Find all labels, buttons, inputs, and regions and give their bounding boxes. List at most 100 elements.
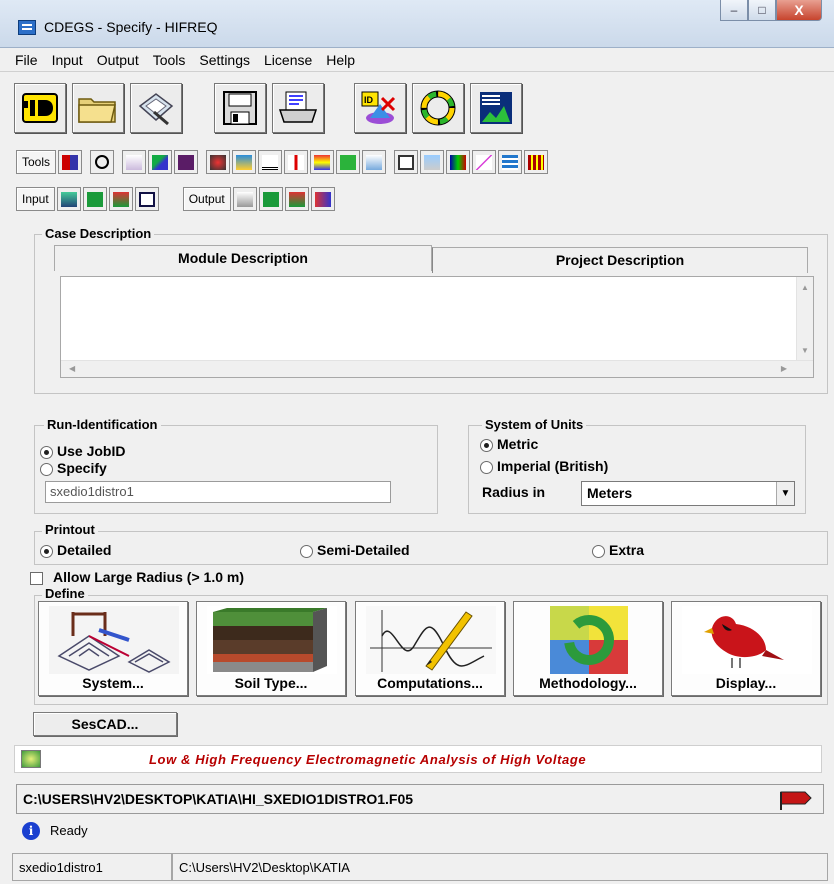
tool-button-9[interactable] [284,150,309,174]
maximize-button[interactable]: □ [748,0,776,21]
save-disk-icon [223,91,257,125]
input-label-button[interactable]: Input [16,187,55,211]
printout-group [34,531,828,565]
specify-radio[interactable] [40,463,53,477]
cycle-icon [420,90,456,126]
specify-option[interactable]: Specify [40,460,107,477]
output-label-button[interactable]: Output [182,187,231,211]
run-id-input[interactable]: sxedio1distro1 [45,481,391,503]
imperial-label: Imperial (British) [497,458,609,474]
metric-radio[interactable] [480,439,493,453]
tool-button-5[interactable] [174,150,199,174]
tool-button-8[interactable] [258,150,283,174]
flag-icon[interactable] [779,788,813,813]
detailed-radio[interactable] [40,545,53,559]
scroll-right-icon[interactable]: ▶ [781,364,787,373]
detailed-option[interactable]: Detailed [40,542,112,559]
tool-button-1[interactable] [58,150,83,174]
tool-button-4[interactable] [148,150,173,174]
tool-button-7[interactable] [232,150,257,174]
input-button-3[interactable] [108,187,133,211]
input-button-1[interactable] [56,187,81,211]
use-jobid-radio[interactable] [40,446,53,460]
menu-file[interactable]: File [8,52,45,68]
menu-help[interactable]: Help [319,52,362,68]
semi-detailed-option[interactable]: Semi-Detailed [300,542,410,559]
tool-button-10[interactable] [310,150,335,174]
print-button[interactable] [272,83,324,133]
tools-label-button[interactable]: Tools [16,150,57,174]
chevron-down-icon[interactable]: ▼ [776,482,794,505]
open-button[interactable] [72,83,124,133]
menu-settings[interactable]: Settings [192,52,257,68]
imperial-radio[interactable] [480,461,493,475]
sescad-button[interactable]: SesCAD... [33,712,177,736]
system-button[interactable]: System... [38,601,188,696]
tool-button-15[interactable] [446,150,471,174]
tool-button-2[interactable] [90,150,115,174]
display-button[interactable]: Display... [671,601,821,696]
export-icon [112,191,129,207]
scroll-left-icon[interactable]: ◀ [69,364,75,373]
cycle-button[interactable] [412,83,464,133]
scroll-down-icon[interactable]: ▼ [801,346,809,355]
tool-button-13[interactable] [394,150,419,174]
menu-input[interactable]: Input [45,52,90,68]
use-jobid-option[interactable]: Use JobID [40,443,125,460]
save-button[interactable] [214,83,266,133]
allow-large-radius-option[interactable]: Allow Large Radius (> 1.0 m) [30,569,244,586]
printout-title: Printout [42,522,98,537]
edit-button[interactable] [130,83,182,133]
tool-button-14[interactable] [420,150,445,174]
allow-large-radius-checkbox[interactable] [30,572,43,586]
window-controls: – □ X [720,0,822,21]
print-icon [278,91,318,123]
radius-in-label: Radius in [482,484,546,500]
detailed-label: Detailed [57,542,112,558]
tool-button-11[interactable] [336,150,361,174]
metric-option[interactable]: Metric [480,436,538,453]
plot-id-button[interactable]: ID [354,83,406,133]
input-button-2[interactable] [82,187,107,211]
menu-tools[interactable]: Tools [146,52,193,68]
tool-button-12[interactable] [362,150,387,174]
computations-button-label: Computations... [377,675,483,691]
input-button-4[interactable] [134,187,159,211]
minimize-button[interactable]: – [720,0,748,21]
menu-output[interactable]: Output [90,52,146,68]
report-icon [236,191,253,207]
id-card-button[interactable] [14,83,66,133]
soil-type-image [207,606,337,674]
graph-button[interactable] [470,83,522,133]
output-button-4[interactable] [310,187,335,211]
semi-detailed-radio[interactable] [300,545,313,559]
module-description-field[interactable]: ▲ ▼ ◀ ▶ [60,276,814,378]
map-icon [152,154,169,170]
methodology-button[interactable]: Methodology... [513,601,663,696]
table-icon [502,154,519,170]
menu-license[interactable]: License [257,52,319,68]
tools-toolbar: Tools [16,149,549,175]
radius-unit-select[interactable]: Meters ▼ [581,481,795,506]
extra-option[interactable]: Extra [592,542,644,559]
output-button-1[interactable] [232,187,257,211]
tool-button-16[interactable] [472,150,497,174]
output-button-2[interactable] [258,187,283,211]
tool-button-6[interactable] [206,150,231,174]
imperial-option[interactable]: Imperial (British) [480,458,609,475]
close-button[interactable]: X [776,0,822,21]
tool-button-3[interactable] [122,150,147,174]
tab-module-description[interactable]: Module Description [54,245,432,271]
tool-button-18[interactable] [524,150,549,174]
soil-type-button[interactable]: Soil Type... [196,601,346,696]
output-button-3[interactable] [284,187,309,211]
cross-section-icon [340,154,357,170]
io-toolbar: Input Output [16,186,335,212]
tab-project-description[interactable]: Project Description [432,247,808,273]
horizontal-scrollbar[interactable]: ◀ ▶ [61,360,813,377]
scroll-up-icon[interactable]: ▲ [801,283,809,292]
computations-button[interactable]: Computations... [355,601,505,696]
extra-radio[interactable] [592,545,605,559]
display-button-label: Display... [715,675,777,691]
tool-button-17[interactable] [498,150,523,174]
